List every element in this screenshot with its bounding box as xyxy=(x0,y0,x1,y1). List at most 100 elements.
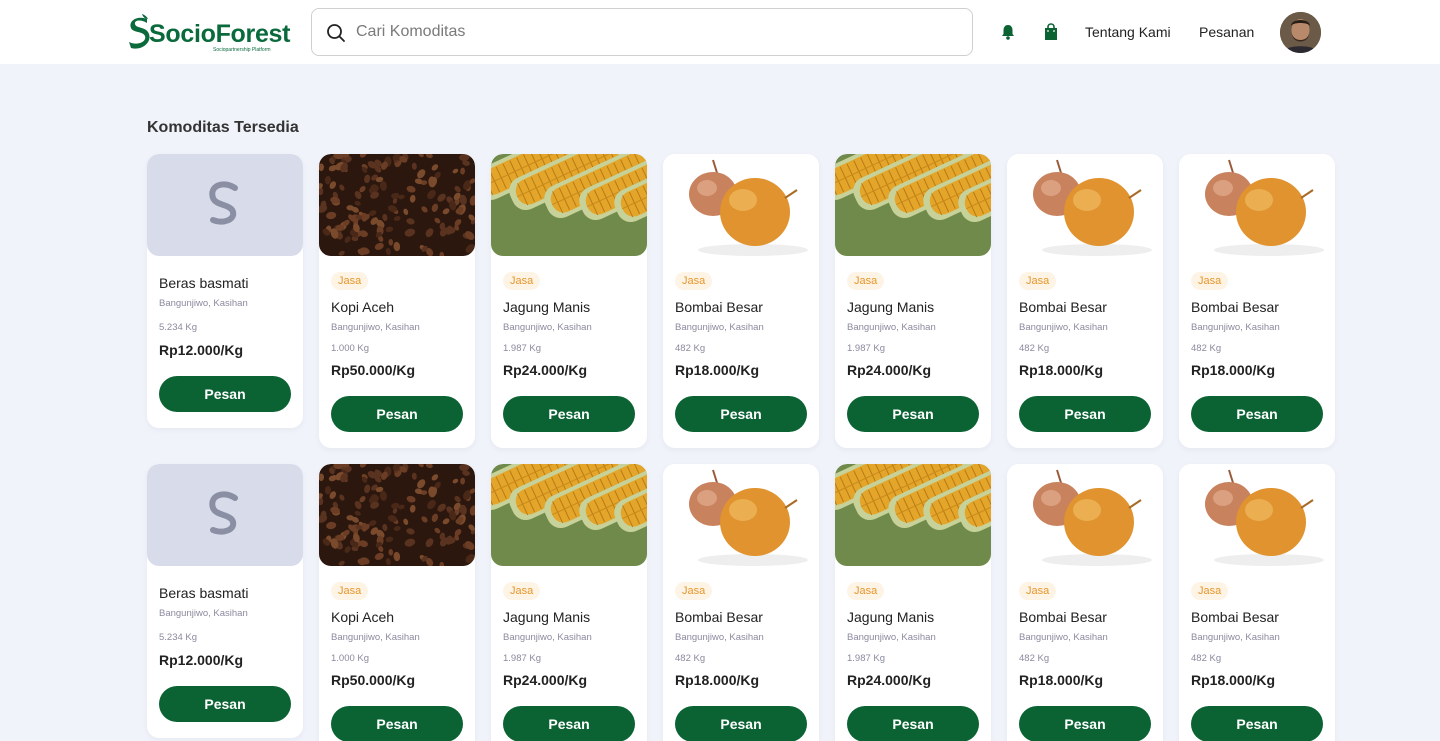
product-image xyxy=(491,464,647,566)
product-stock: 1.987 Kg xyxy=(503,653,542,664)
order-button[interactable]: Pesan xyxy=(331,706,463,741)
product-card[interactable]: Jasa Kopi Aceh Bangunjiwo, Kasihan 1.000 Kg… xyxy=(319,154,475,448)
product-name: Bombai Besar xyxy=(1191,609,1279,625)
product-location: Bangunjiwo, Kasihan xyxy=(159,608,248,619)
product-card[interactable]: Jasa Bombai Besar Bangunjiwo, Kasihan 482 K… xyxy=(1007,154,1163,448)
product-stock: 5.234 Kg xyxy=(159,632,198,643)
search-input[interactable] xyxy=(356,19,956,45)
order-button[interactable]: Pesan xyxy=(503,706,635,741)
product-name: Bombai Besar xyxy=(1019,299,1107,315)
product-location: Bangunjiwo, Kasihan xyxy=(1191,322,1280,333)
product-price: Rp18.000/Kg xyxy=(1019,362,1104,378)
product-price: Rp18.000/Kg xyxy=(1019,672,1104,688)
product-card[interactable]: Jasa Bombai Besar Bangunjiwo, Kasihan 482 K… xyxy=(1179,154,1335,448)
nav-link-tentang-kami[interactable]: Tentang Kami xyxy=(1085,24,1171,41)
product-image xyxy=(1007,464,1163,566)
product-location: Bangunjiwo, Kasihan xyxy=(1019,632,1108,643)
product-stock: 482 Kg xyxy=(675,653,706,664)
order-button[interactable]: Pesan xyxy=(1019,396,1151,432)
product-location: Bangunjiwo, Kasihan xyxy=(331,322,420,333)
brand-tagline: Sociopartnership Platform xyxy=(213,47,271,53)
category-badge: Jasa xyxy=(331,582,369,600)
product-location: Bangunjiwo, Kasihan xyxy=(159,298,248,309)
product-card[interactable]: Jasa Kopi Aceh Bangunjiwo, Kasihan 1.000 Kg… xyxy=(319,464,475,741)
product-stock: 5.234 Kg xyxy=(159,322,198,333)
product-location: Bangunjiwo, Kasihan xyxy=(331,632,420,643)
product-card[interactable]: Jasa Jagung Manis Bangunjiwo, Kasihan 1.987… xyxy=(491,154,647,448)
product-stock: 482 Kg xyxy=(1191,653,1222,664)
order-button[interactable]: Pesan xyxy=(675,706,807,741)
product-price: Rp18.000/Kg xyxy=(675,672,760,688)
product-card[interactable]: Jasa Bombai Besar Bangunjiwo, Kasihan 482 K… xyxy=(1007,464,1163,741)
order-button[interactable]: Pesan xyxy=(675,396,807,432)
search-bar[interactable] xyxy=(311,8,973,56)
product-stock: 482 Kg xyxy=(1019,343,1050,354)
category-badge: Jasa xyxy=(675,582,713,600)
product-card[interactable]: Beras basmati Bangunjiwo, Kasihan 5.234 Kg… xyxy=(147,464,303,738)
product-price: Rp24.000/Kg xyxy=(503,672,588,688)
product-location: Bangunjiwo, Kasihan xyxy=(675,322,764,333)
product-price: Rp18.000/Kg xyxy=(675,362,760,378)
category-badge: Jasa xyxy=(1191,272,1229,290)
product-price: Rp18.000/Kg xyxy=(1191,362,1276,378)
product-image xyxy=(147,154,303,256)
socioforest-logo[interactable]: SocioForest Sociopartnership Platform xyxy=(125,13,295,55)
product-location: Bangunjiwo, Kasihan xyxy=(503,632,592,643)
product-name: Beras basmati xyxy=(159,275,249,291)
product-image xyxy=(663,464,819,566)
bell-icon[interactable] xyxy=(999,23,1017,41)
order-button[interactable]: Pesan xyxy=(159,686,291,722)
category-badge: Jasa xyxy=(503,272,541,290)
product-stock: 482 Kg xyxy=(1191,343,1222,354)
product-image xyxy=(319,154,475,256)
product-image xyxy=(491,154,647,256)
order-button[interactable]: Pesan xyxy=(1191,706,1323,741)
nav-link-pesanan[interactable]: Pesanan xyxy=(1199,24,1254,41)
product-price: Rp50.000/Kg xyxy=(331,672,416,688)
product-name: Beras basmati xyxy=(159,585,249,601)
product-name: Bombai Besar xyxy=(675,609,763,625)
order-button[interactable]: Pesan xyxy=(159,376,291,412)
order-button[interactable]: Pesan xyxy=(503,396,635,432)
product-name: Bombai Besar xyxy=(1019,609,1107,625)
product-stock: 1.000 Kg xyxy=(331,343,370,354)
product-location: Bangunjiwo, Kasihan xyxy=(675,632,764,643)
product-name: Bombai Besar xyxy=(1191,299,1279,315)
product-image xyxy=(835,464,991,566)
order-button[interactable]: Pesan xyxy=(1191,396,1323,432)
category-badge: Jasa xyxy=(503,582,541,600)
order-button[interactable]: Pesan xyxy=(331,396,463,432)
product-card[interactable]: Jasa Bombai Besar Bangunjiwo, Kasihan 482 K… xyxy=(1179,464,1335,741)
order-button[interactable]: Pesan xyxy=(847,396,979,432)
category-badge: Jasa xyxy=(847,582,885,600)
product-price: Rp18.000/Kg xyxy=(1191,672,1276,688)
product-price: Rp24.000/Kg xyxy=(847,362,932,378)
order-button[interactable]: Pesan xyxy=(847,706,979,741)
product-card[interactable]: Jasa Bombai Besar Bangunjiwo, Kasihan 482 K… xyxy=(663,464,819,741)
product-stock: 1.987 Kg xyxy=(847,343,886,354)
avatar-image xyxy=(1280,12,1321,53)
product-location: Bangunjiwo, Kasihan xyxy=(847,632,936,643)
product-price: Rp50.000/Kg xyxy=(331,362,416,378)
product-image xyxy=(1007,154,1163,256)
product-card[interactable]: Jasa Jagung Manis Bangunjiwo, Kasihan 1.987… xyxy=(835,154,991,448)
product-image xyxy=(1179,154,1335,256)
product-card[interactable]: Jasa Jagung Manis Bangunjiwo, Kasihan 1.987… xyxy=(835,464,991,741)
category-badge: Jasa xyxy=(331,272,369,290)
product-grid: Beras basmati Bangunjiwo, Kasihan 5.234 Kg… xyxy=(147,154,1335,741)
product-location: Bangunjiwo, Kasihan xyxy=(1191,632,1280,643)
category-badge: Jasa xyxy=(1019,272,1057,290)
product-stock: 482 Kg xyxy=(675,343,706,354)
category-badge: Jasa xyxy=(675,272,713,290)
order-button[interactable]: Pesan xyxy=(1019,706,1151,741)
product-name: Kopi Aceh xyxy=(331,609,395,625)
product-price: Rp24.000/Kg xyxy=(847,672,932,688)
product-card[interactable]: Beras basmati Bangunjiwo, Kasihan 5.234 Kg… xyxy=(147,154,303,428)
product-card[interactable]: Jasa Jagung Manis Bangunjiwo, Kasihan 1.987… xyxy=(491,464,647,741)
shopping-bag-icon[interactable] xyxy=(1042,23,1060,41)
product-card[interactable]: Jasa Bombai Besar Bangunjiwo, Kasihan 482 K… xyxy=(663,154,819,448)
product-image xyxy=(663,154,819,256)
product-stock: 1.987 Kg xyxy=(847,653,886,664)
product-name: Jagung Manis xyxy=(503,609,591,625)
user-avatar[interactable] xyxy=(1280,12,1321,53)
